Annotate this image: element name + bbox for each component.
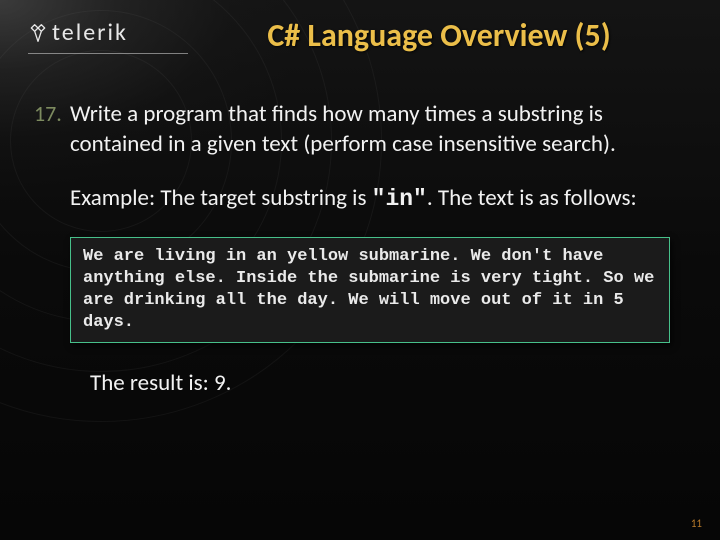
slide-title: C# Language Overview (5)	[178, 16, 700, 55]
result-text: The result is: 9.	[90, 369, 680, 397]
brand-text: telerik	[52, 18, 128, 47]
example-lead-a: Example: The target substring is	[70, 184, 372, 212]
item-number: 17.	[34, 100, 70, 128]
code-sample: We are living in an yellow submarine. We…	[70, 237, 670, 343]
example-target: "in"	[372, 186, 427, 212]
brand-logo: telerik	[28, 18, 188, 54]
telerik-mark-icon	[28, 23, 48, 43]
header: telerik C# Language Overview (5)	[28, 18, 700, 55]
slide-body: 17. Write a program that finds how many …	[34, 100, 680, 397]
page-number: 11	[691, 517, 702, 530]
example-paragraph: Example: The target substring is "in". T…	[70, 184, 680, 215]
example-lead-b: . The text is as follows:	[427, 184, 637, 212]
slide: telerik C# Language Overview (5) 17. Wri…	[0, 0, 720, 540]
item-text: Write a program that finds how many time…	[70, 100, 680, 160]
exercise-item: 17. Write a program that finds how many …	[34, 100, 680, 160]
